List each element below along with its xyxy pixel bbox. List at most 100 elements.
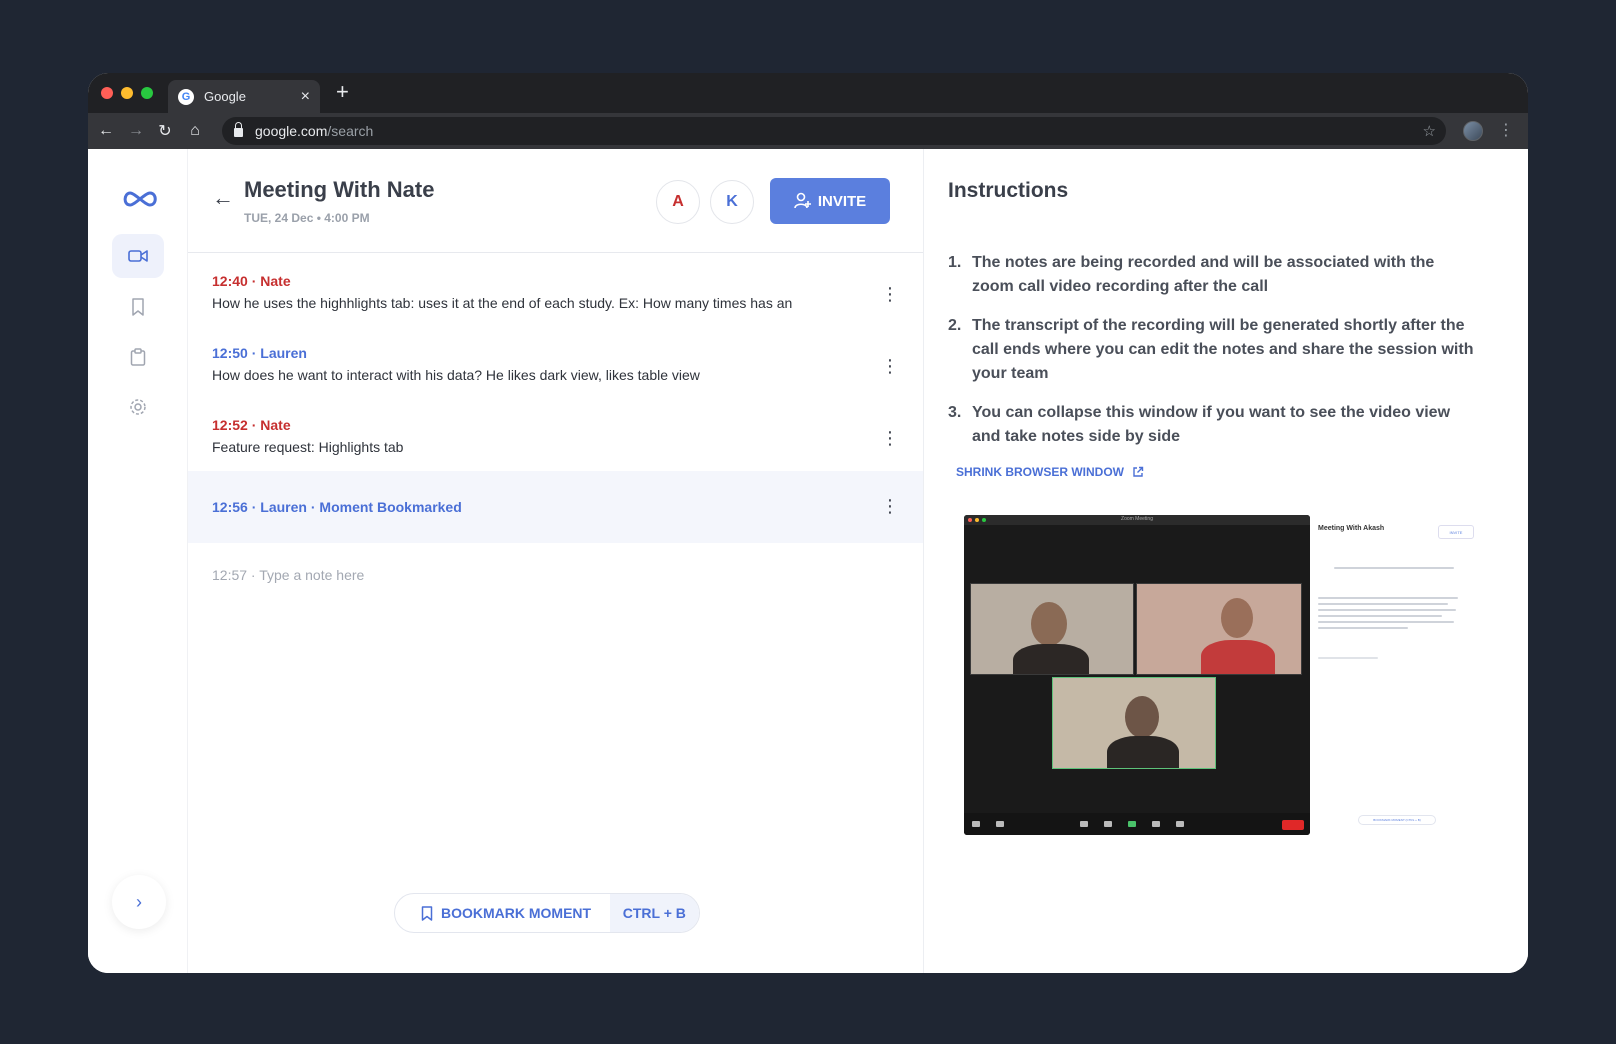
- app-content: › ← Meeting With Nate TUE, 24 Dec • 4:00…: [88, 149, 1528, 973]
- mini-notes-panel: Meeting With Akash INVITE BOOKMARK MOMEN…: [1310, 515, 1476, 835]
- profile-avatar[interactable]: [1463, 121, 1483, 141]
- close-window-button[interactable]: [101, 87, 113, 99]
- star-icon[interactable]: ☆: [1423, 122, 1436, 140]
- instruction-text: You can collapse this window if you want…: [972, 404, 1451, 445]
- notes-panel: ← Meeting With Nate TUE, 24 Dec • 4:00 P…: [188, 149, 924, 973]
- invite-label: INVITE: [817, 192, 867, 210]
- note-input[interactable]: 12:57 · Type a note here: [212, 567, 364, 583]
- sidebar: ›: [88, 149, 188, 973]
- bookmark-icon: [132, 298, 144, 316]
- instructions-panel: Instructions 1. The notes are being recor…: [924, 149, 1528, 973]
- note-meta: 12:56 · Lauren · Moment Bookmarked: [212, 499, 462, 515]
- mini-title: Meeting With Akash: [1318, 525, 1385, 532]
- minimize-window-button[interactable]: [121, 87, 133, 99]
- instruction-item: 2. The transcript of the recording will b…: [948, 314, 1478, 386]
- url-host: google.com: [255, 123, 328, 139]
- shrink-browser-window-link[interactable]: SHRINK BROWSER WINDOW: [956, 465, 1144, 479]
- close-tab-icon[interactable]: ×: [301, 88, 310, 105]
- keyboard-shortcut: CTRL + B: [609, 894, 699, 932]
- instruction-text: The notes are being recorded and will be…: [972, 254, 1435, 295]
- note-text: How he uses the highhlights tab: uses it…: [212, 295, 793, 311]
- video-tile: [1136, 583, 1302, 675]
- google-favicon-icon: G: [178, 88, 194, 105]
- kebab-menu-icon[interactable]: ⋮: [881, 357, 899, 375]
- expand-sidebar-button[interactable]: ›: [112, 875, 166, 929]
- sidebar-item-notes[interactable]: [112, 335, 164, 379]
- note-author: Lauren: [260, 345, 307, 361]
- back-icon[interactable]: ←: [96, 121, 116, 141]
- note-text: How does he want to interact with his da…: [212, 367, 700, 383]
- instruction-text: The transcript of the recording will be …: [972, 317, 1474, 382]
- chevron-right-icon: ›: [136, 891, 142, 912]
- bookmark-icon: [421, 905, 433, 921]
- url-path: /search: [327, 123, 374, 139]
- meeting-header: ← Meeting With Nate TUE, 24 Dec • 4:00 P…: [188, 149, 923, 253]
- bookmark-tag: Moment Bookmarked: [319, 499, 462, 515]
- sidebar-item-settings[interactable]: [112, 385, 164, 429]
- new-tab-icon[interactable]: +: [336, 81, 349, 103]
- participant-avatar[interactable]: K: [710, 180, 754, 224]
- note-author: Nate: [260, 417, 291, 433]
- instruction-number: 3.: [948, 404, 962, 421]
- sidebar-item-bookmarks[interactable]: [112, 285, 164, 329]
- browser-window: G Google × + ← → ↻ ⌂ google.com/search ☆…: [88, 73, 1528, 973]
- note-item[interactable]: 12:52 · Nate Feature request: Highlights…: [188, 417, 923, 455]
- external-link-icon: [1133, 466, 1144, 477]
- address-bar[interactable]: google.com/search ☆: [222, 117, 1446, 145]
- mini-bookmark: BOOKMARK MOMENT (CTRL + B): [1358, 815, 1436, 825]
- note-item[interactable]: 12:50 · Lauren How does he want to inter…: [188, 345, 923, 383]
- back-arrow-icon[interactable]: ←: [212, 187, 234, 209]
- video-camera-icon: [128, 250, 148, 262]
- note-time: 12:50: [212, 345, 248, 361]
- home-icon[interactable]: ⌂: [185, 121, 205, 141]
- tab-title: Google: [204, 89, 246, 104]
- instruction-item: 1. The notes are being recorded and will …: [948, 251, 1478, 299]
- instruction-number: 1.: [948, 254, 962, 271]
- bookmark-moment-label: BOOKMARK MOMENT: [441, 905, 592, 921]
- kebab-menu-icon[interactable]: ⋮: [881, 429, 899, 447]
- instruction-number: 2.: [948, 317, 962, 334]
- instructions-list: 1. The notes are being recorded and will …: [948, 251, 1478, 464]
- instructions-title: Instructions: [948, 179, 1069, 202]
- kebab-menu-icon[interactable]: ⋮: [881, 497, 899, 515]
- note-time: 12:40: [212, 273, 248, 289]
- mini-invite: INVITE: [1438, 525, 1474, 539]
- gear-icon: [130, 399, 146, 415]
- participant-avatar[interactable]: A: [656, 180, 700, 224]
- instruction-item: 3. You can collapse this window if you wa…: [948, 401, 1478, 449]
- shrink-label: SHRINK BROWSER WINDOW: [956, 465, 1124, 479]
- browser-tab[interactable]: G Google ×: [168, 80, 320, 113]
- browser-menu-icon[interactable]: ⋮: [1498, 121, 1514, 141]
- video-tile: [970, 583, 1134, 675]
- zoom-toolbar: [964, 813, 1310, 835]
- browser-toolbar: ← → ↻ ⌂ google.com/search ☆ ⋮: [88, 113, 1528, 149]
- note-meta: 12:50 · Lauren: [212, 345, 307, 361]
- note-author: Lauren: [260, 499, 307, 515]
- invite-button[interactable]: INVITE: [770, 178, 890, 224]
- note-text: Feature request: Highlights tab: [212, 439, 404, 455]
- note-item[interactable]: 12:40 · Nate How he uses the highhlights…: [188, 273, 923, 311]
- forward-icon[interactable]: →: [126, 121, 146, 141]
- meeting-date: TUE, 24 Dec • 4:00 PM: [244, 211, 370, 225]
- infinity-logo-icon: [123, 191, 157, 207]
- zoom-preview-image: Zoom Meeting Meeting With Akash INVITE B…: [964, 515, 1476, 835]
- bookmark-moment-button[interactable]: BOOKMARK MOMENT: [395, 894, 610, 932]
- lock-icon: [234, 122, 243, 137]
- sidebar-item-meetings[interactable]: [112, 234, 164, 278]
- reload-icon[interactable]: ↻: [155, 121, 175, 141]
- note-author: Nate: [260, 273, 291, 289]
- video-tile: [1052, 677, 1216, 769]
- page-title: Meeting With Nate: [244, 177, 435, 202]
- note-meta: 12:52 · Nate: [212, 417, 291, 433]
- add-user-icon: [794, 192, 811, 209]
- maximize-window-button[interactable]: [141, 87, 153, 99]
- zoom-window: Zoom Meeting: [964, 515, 1310, 835]
- bookmarked-note-item[interactable]: 12:56 · Lauren · Moment Bookmarked ⋮: [188, 471, 923, 543]
- leave-button: [1282, 820, 1304, 830]
- note-time: 12:56: [212, 499, 248, 515]
- note-meta: 12:40 · Nate: [212, 273, 291, 289]
- bookmark-moment-bar: BOOKMARK MOMENT CTRL + B: [394, 893, 700, 933]
- browser-tab-strip: G Google × +: [88, 73, 1528, 113]
- kebab-menu-icon[interactable]: ⋮: [881, 285, 899, 303]
- zoom-title: Zoom Meeting: [1121, 516, 1153, 522]
